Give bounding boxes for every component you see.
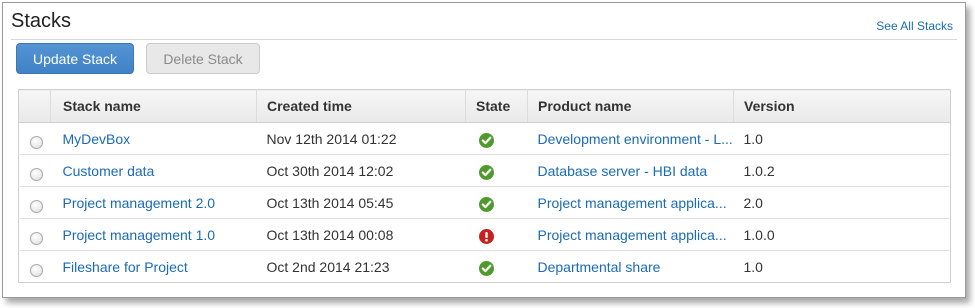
row-select-radio[interactable] bbox=[30, 264, 43, 278]
table-row[interactable]: Project management 1.0 Oct 13th 2014 00:0… bbox=[18, 218, 951, 251]
column-header-version[interactable]: Version bbox=[733, 89, 951, 123]
table-row[interactable]: Project management 2.0 Oct 13th 2014 05:4… bbox=[18, 186, 951, 219]
state-cell bbox=[465, 154, 528, 187]
product-name-link[interactable]: Project management applica... bbox=[538, 195, 727, 211]
stack-name-link[interactable]: Customer data bbox=[63, 163, 155, 179]
version-cell: 2.0 bbox=[733, 186, 951, 219]
state-cell bbox=[465, 218, 528, 251]
column-header-created-time[interactable]: Created time bbox=[256, 89, 466, 123]
stacks-panel: Stacks See All Stacks Update Stack Delet… bbox=[2, 2, 966, 298]
delete-stack-button: Delete Stack bbox=[146, 43, 260, 74]
stack-name-cell: Project management 2.0 bbox=[50, 186, 257, 219]
check-circle-icon bbox=[478, 132, 494, 148]
table-row[interactable]: MyDevBox Nov 12th 2014 01:22 Development e… bbox=[18, 122, 951, 155]
table-row[interactable]: Fileshare for Project Oct 2nd 2014 21:23 D… bbox=[19, 251, 951, 283]
stack-name-cell: Project management 1.0 bbox=[50, 218, 257, 251]
stack-name-cell: MyDevBox bbox=[50, 122, 257, 155]
stack-name-link[interactable]: Fileshare for Project bbox=[63, 259, 188, 275]
stacks-table: Stack name Created time State Product na… bbox=[18, 89, 951, 283]
row-select-cell bbox=[18, 218, 51, 251]
table-header-row: Stack name Created time State Product na… bbox=[18, 89, 951, 123]
created-time-cell: Oct 13th 2014 05:45 bbox=[256, 186, 466, 219]
see-all-stacks-link[interactable]: See All Stacks bbox=[876, 19, 953, 33]
row-select-radio[interactable] bbox=[30, 136, 43, 150]
row-select-radio[interactable] bbox=[30, 168, 43, 182]
product-name-cell: Development environment - L... bbox=[527, 122, 734, 155]
exclamation-circle-icon bbox=[478, 228, 494, 244]
product-name-link[interactable]: Development environment - L... bbox=[538, 131, 733, 147]
row-select-cell bbox=[18, 154, 51, 187]
version-cell: 1.0 bbox=[733, 122, 951, 155]
state-cell bbox=[466, 251, 528, 283]
product-name-cell: Database server - HBI data bbox=[527, 154, 734, 187]
created-time-cell: Oct 13th 2014 00:08 bbox=[256, 218, 466, 251]
column-header-state[interactable]: State bbox=[465, 89, 528, 123]
created-time-cell: Oct 2nd 2014 21:23 bbox=[266, 258, 390, 275]
product-name-cell: Project management applica... bbox=[527, 186, 734, 219]
row-select-cell bbox=[19, 251, 51, 283]
product-name-link[interactable]: Database server - HBI data bbox=[538, 163, 708, 179]
column-header-stack-name[interactable]: Stack name bbox=[50, 89, 257, 123]
update-stack-button[interactable]: Update Stack bbox=[16, 43, 134, 74]
created-time-cell: Nov 12th 2014 01:22 bbox=[256, 122, 466, 155]
state-cell bbox=[465, 186, 528, 219]
created-time-cell: Oct 30th 2014 12:02 bbox=[256, 154, 466, 187]
check-circle-icon bbox=[478, 196, 494, 212]
row-select-radio[interactable] bbox=[30, 232, 43, 246]
table-row[interactable]: Customer data Oct 30th 2014 12:02 Database… bbox=[18, 154, 951, 187]
state-cell bbox=[465, 122, 528, 155]
version-cell: 1.0.0 bbox=[733, 218, 951, 251]
check-circle-icon bbox=[478, 260, 494, 276]
product-name-cell: Departmental share bbox=[528, 251, 734, 283]
stack-name-link[interactable]: Project management 2.0 bbox=[63, 195, 216, 211]
stack-name-cell: Fileshare for Project bbox=[51, 251, 257, 283]
product-name-link[interactable]: Project management applica... bbox=[538, 227, 727, 243]
page-title: Stacks bbox=[11, 10, 72, 32]
row-select-cell bbox=[18, 122, 51, 155]
stack-name-link[interactable]: Project management 1.0 bbox=[63, 227, 216, 243]
version-cell: 1.0 bbox=[743, 258, 763, 275]
version-cell: 1.0.2 bbox=[733, 154, 951, 187]
row-select-cell bbox=[18, 186, 51, 219]
stack-name-cell: Customer data bbox=[50, 154, 257, 187]
check-circle-icon bbox=[478, 164, 494, 180]
stack-name-link[interactable]: MyDevBox bbox=[63, 131, 131, 147]
row-select-radio[interactable] bbox=[30, 200, 43, 214]
column-header-product-name[interactable]: Product name bbox=[527, 89, 734, 123]
select-column-header bbox=[18, 89, 51, 123]
product-name-cell: Project management applica... bbox=[527, 218, 734, 251]
product-name-link[interactable]: Departmental share bbox=[538, 259, 661, 275]
panel-header: Stacks See All Stacks bbox=[11, 9, 957, 40]
